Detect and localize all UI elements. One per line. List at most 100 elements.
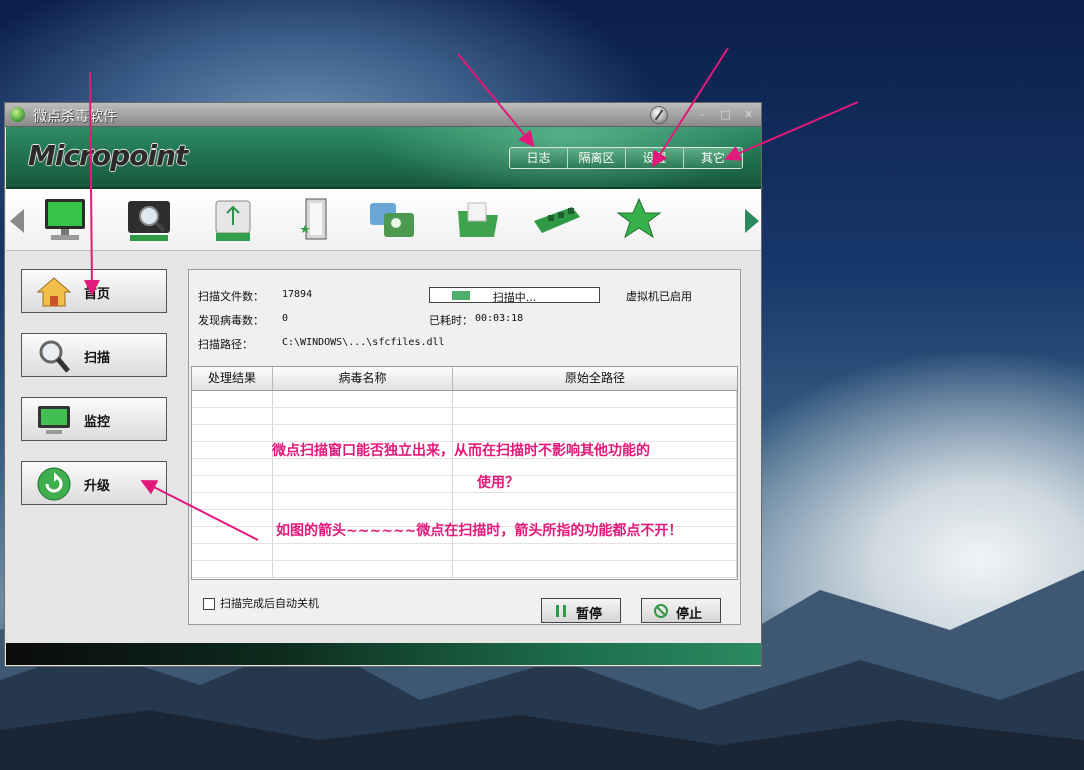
maximize-icon[interactable]: □	[718, 108, 733, 122]
table-cell	[192, 510, 273, 526]
table-row	[192, 459, 737, 476]
table-rows	[192, 391, 737, 578]
stop-button[interactable]: 停止	[641, 598, 721, 623]
sidebar-item-label: 首页	[84, 287, 111, 302]
vm-status: 虚拟机已启用	[626, 290, 692, 303]
virus-found-value: 0	[282, 313, 289, 324]
auto-shutdown-label: 扫描完成后自动关机	[220, 597, 319, 610]
table-cell	[453, 408, 737, 424]
home-icon	[36, 277, 72, 307]
annotation-line-1: 微点扫描窗口能否独立出来，从而在扫描时不影响其他功能的	[272, 443, 650, 459]
feature-toolbar	[6, 189, 761, 251]
files-scanned-value: 17894	[282, 289, 313, 300]
auto-shutdown-checkbox[interactable]	[203, 598, 215, 610]
menu-other[interactable]: 其它	[684, 148, 742, 168]
sidebar-item-update[interactable]: 升级	[21, 461, 167, 505]
column-header[interactable]: 原始全路径	[453, 367, 737, 390]
toolbar-monitor[interactable]	[36, 195, 94, 247]
table-cell	[273, 561, 453, 577]
column-header[interactable]: 处理结果	[192, 367, 273, 390]
table-cell	[453, 425, 737, 441]
table-row	[192, 561, 737, 578]
table-row	[192, 408, 737, 425]
menu-settings[interactable]: 设置	[626, 148, 684, 168]
table-cell	[192, 391, 273, 407]
app-window: 微点杀毒软件 – □ ✕ Micropoint 日志 隔离区 设置 其它 首页 …	[4, 102, 762, 667]
toolbar-memory[interactable]	[528, 195, 586, 247]
table-cell	[453, 391, 737, 407]
toolbar-favorite[interactable]	[610, 195, 668, 247]
table-row	[192, 544, 737, 561]
table-cell	[192, 459, 273, 475]
sidebar-item-label: 监控	[84, 415, 111, 430]
table-cell	[273, 459, 453, 475]
table-row	[192, 476, 737, 493]
window-title: 微点杀毒软件	[33, 109, 117, 125]
memory-chip-icon	[534, 207, 580, 233]
folders-icon	[370, 203, 414, 237]
magnifier-icon	[39, 340, 70, 373]
magnifier-scan-icon	[128, 201, 170, 241]
toolbar-startup[interactable]	[288, 195, 346, 247]
door-star-icon	[300, 198, 327, 240]
skin-icon[interactable]	[650, 106, 668, 124]
table-cell	[453, 544, 737, 560]
scan-path-label: 扫描路径：	[198, 338, 253, 351]
sidebar-item-monitor[interactable]: 监控	[21, 397, 167, 441]
table-row	[192, 391, 737, 408]
menu-quarantine[interactable]: 隔离区	[568, 148, 626, 168]
table-cell	[273, 408, 453, 424]
table-cell	[453, 561, 737, 577]
table-cell	[192, 527, 273, 543]
table-header: 处理结果 病毒名称 原始全路径	[192, 367, 737, 391]
scroll-right-icon[interactable]	[745, 209, 759, 233]
stop-label: 停止	[676, 607, 703, 622]
micropoint-logo: Micropoint	[28, 139, 188, 172]
table-row	[192, 493, 737, 510]
column-header[interactable]: 病毒名称	[273, 367, 453, 390]
table-cell	[192, 544, 273, 560]
table-cell	[273, 391, 453, 407]
close-icon[interactable]: ✕	[741, 108, 756, 122]
table-cell	[192, 408, 273, 424]
elapsed-value: 00:03:18	[475, 313, 524, 324]
refresh-icon	[37, 467, 71, 501]
sidebar-item-label: 扫描	[84, 351, 111, 366]
toolbar-folder[interactable]	[450, 195, 508, 247]
green-star-icon	[616, 197, 662, 239]
progress-status-text: 扫描中...	[492, 291, 537, 304]
results-table[interactable]: 处理结果 病毒名称 原始全路径	[191, 366, 738, 580]
app-icon	[10, 107, 25, 122]
elapsed-label: 已耗时：	[429, 314, 473, 327]
top-menu: 日志 隔离区 设置 其它	[509, 147, 743, 169]
virus-found-label: 发现病毒数：	[198, 314, 264, 327]
scroll-left-icon[interactable]	[10, 209, 24, 233]
pause-button[interactable]: 暂停	[541, 598, 621, 623]
sidebar-item-label: 升级	[84, 479, 111, 494]
table-cell	[273, 476, 453, 492]
green-folder-icon	[458, 202, 498, 237]
table-cell	[192, 493, 273, 509]
annotation-line-2: 使用？	[477, 475, 519, 491]
table-cell	[273, 544, 453, 560]
minimize-icon[interactable]: –	[695, 108, 710, 122]
table-cell	[273, 493, 453, 509]
toolbar-usb[interactable]	[204, 195, 262, 247]
table-cell	[273, 425, 453, 441]
usb-drive-icon	[215, 200, 251, 241]
scan-progress-bar: 扫描中...	[429, 287, 600, 304]
table-cell	[192, 442, 273, 458]
toolbar-files[interactable]	[366, 195, 424, 247]
table-cell	[192, 425, 273, 441]
sidebar-item-scan[interactable]: 扫描	[21, 333, 167, 377]
sidebar-item-home[interactable]: 首页	[21, 269, 167, 313]
title-bar[interactable]: 微点杀毒软件 – □ ✕	[5, 103, 761, 127]
menu-log[interactable]: 日志	[510, 148, 568, 168]
table-cell	[192, 476, 273, 492]
pause-icon	[556, 605, 566, 617]
table-cell	[453, 493, 737, 509]
stop-icon	[654, 604, 668, 618]
header-banner: Micropoint 日志 隔离区 设置 其它	[6, 127, 761, 189]
toolbar-scan[interactable]	[120, 195, 178, 247]
table-cell	[192, 561, 273, 577]
